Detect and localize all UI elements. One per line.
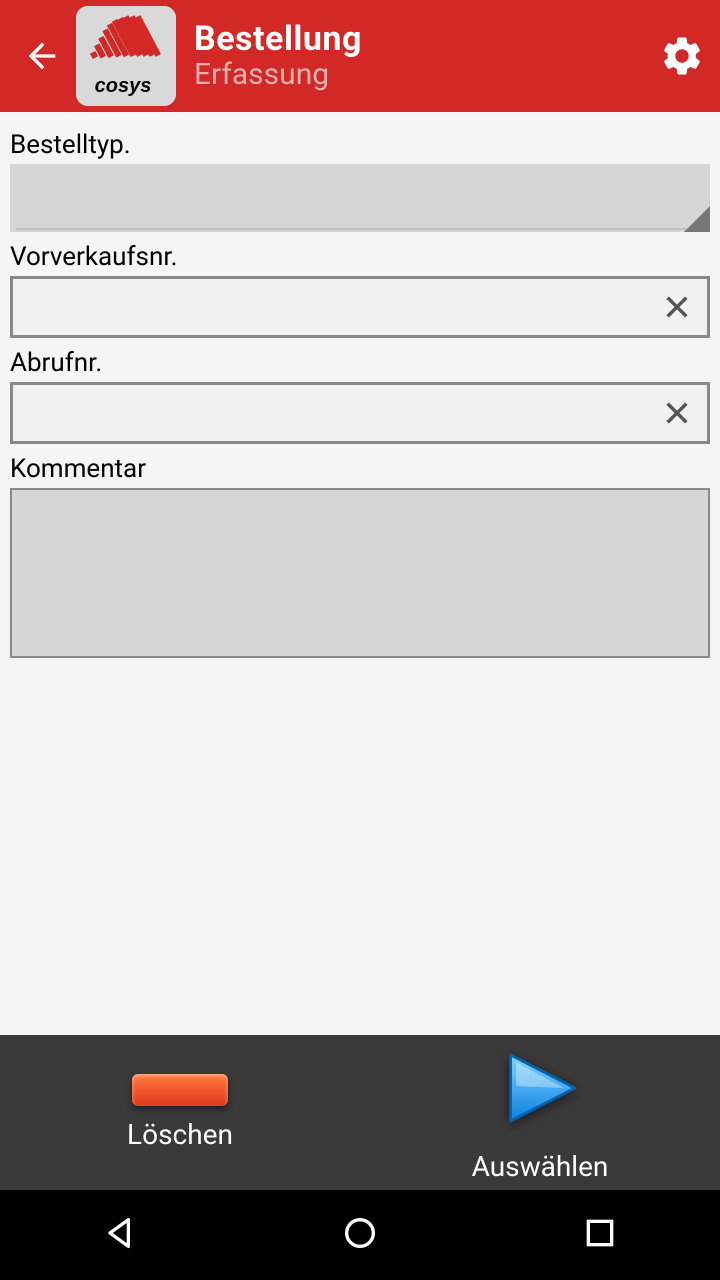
callno-field-wrap (10, 382, 710, 444)
delete-button[interactable]: Löschen (0, 1035, 360, 1190)
page-title: Bestellung (194, 21, 654, 58)
triangle-back-icon (100, 1213, 140, 1253)
label-comment: Kommentar (10, 454, 710, 484)
svg-text:cosys: cosys (95, 75, 152, 97)
page-subtitle: Erfassung (194, 58, 654, 91)
delete-label: Löschen (127, 1118, 233, 1151)
comment-textarea[interactable] (10, 488, 710, 658)
app-header: cosys Bestellung Erfassung (0, 0, 720, 112)
nav-home-button[interactable] (340, 1213, 380, 1257)
app-logo: cosys (76, 6, 176, 106)
back-button[interactable] (10, 36, 74, 76)
play-icon (494, 1042, 586, 1138)
label-ordertype: Bestelltyp. (10, 130, 710, 160)
callno-input[interactable] (13, 398, 647, 429)
nav-recent-button[interactable] (580, 1213, 620, 1257)
minus-icon (132, 1074, 228, 1106)
circle-home-icon (340, 1213, 380, 1253)
close-icon (661, 397, 693, 429)
label-presale: Vorverkaufsnr. (10, 242, 710, 272)
order-form: Bestelltyp. Vorverkaufsnr. Abrufnr. Komm… (0, 112, 720, 662)
square-recent-icon (580, 1213, 620, 1253)
select-label: Auswählen (472, 1150, 609, 1183)
presale-clear-button[interactable] (647, 279, 707, 335)
select-button[interactable]: Auswählen (360, 1035, 720, 1190)
android-navbar (0, 1190, 720, 1280)
close-icon (661, 291, 693, 323)
action-bar: Löschen Auswählen (0, 1035, 720, 1190)
callno-clear-button[interactable] (647, 385, 707, 441)
label-callno: Abrufnr. (10, 348, 710, 378)
presale-input[interactable] (13, 292, 647, 323)
arrow-left-icon (22, 36, 62, 76)
gear-icon (659, 33, 705, 79)
presale-field-wrap (10, 276, 710, 338)
settings-button[interactable] (654, 28, 710, 84)
nav-back-button[interactable] (100, 1213, 140, 1257)
ordertype-dropdown[interactable] (10, 164, 710, 232)
